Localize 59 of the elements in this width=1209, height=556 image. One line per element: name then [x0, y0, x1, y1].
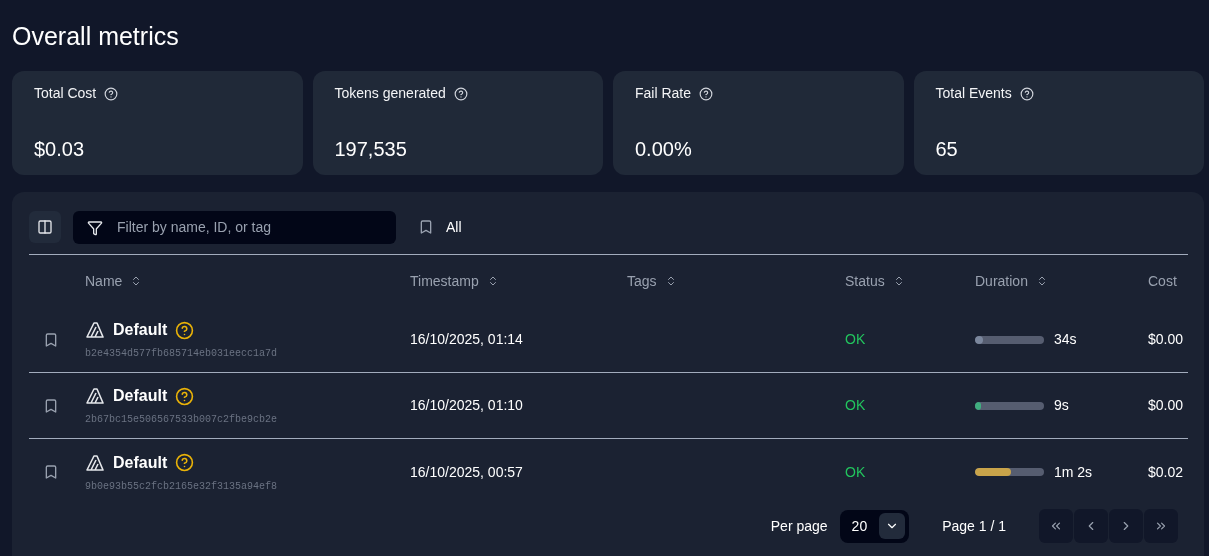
column-header[interactable]: Duration	[975, 270, 1048, 292]
status-text: OK	[845, 396, 866, 415]
help-icon[interactable]	[104, 86, 119, 101]
pagination-button[interactable]	[1144, 509, 1178, 543]
bookmark-icon	[418, 219, 434, 235]
duration-text: 9s	[1054, 396, 1069, 415]
cost-text: $0.00	[1148, 330, 1184, 349]
help-icon[interactable]	[453, 86, 468, 101]
first-page-icon	[1049, 519, 1063, 533]
per-page-select[interactable]: 20	[839, 509, 910, 543]
columns-icon	[37, 219, 53, 235]
column-header: Cost	[1148, 271, 1177, 291]
bookmark-icon[interactable]	[43, 397, 59, 414]
column-header[interactable]: Timestamp	[410, 270, 499, 292]
trace-id: 9b0e93b55c2fcb2165e32f3135a94ef8	[85, 479, 279, 494]
cost-text: $0.00	[1148, 396, 1184, 415]
help-icon[interactable]	[1019, 86, 1034, 101]
bookmark-icon[interactable]	[43, 464, 59, 480]
trace-name[interactable]: Default	[113, 384, 168, 408]
page-indicator: Page 1 / 1	[942, 516, 1006, 536]
help-icon[interactable]	[175, 453, 195, 472]
status-text: OK	[845, 462, 866, 482]
pagination-button[interactable]	[1039, 509, 1073, 543]
help-icon[interactable]	[175, 320, 195, 340]
last-page-icon	[1154, 519, 1168, 533]
bookmark-icon[interactable]	[43, 331, 59, 348]
metric-value: $0.03	[34, 137, 86, 162]
status-text: OK	[845, 330, 866, 349]
page-title: Overall metrics	[12, 24, 180, 49]
logo-icon	[85, 321, 105, 339]
metric-value: 0.00%	[635, 137, 693, 162]
trace-id: b2e4354d577fb685714eb031eecc1a7d	[85, 347, 279, 361]
cost-text: $0.02	[1148, 462, 1184, 482]
trace-name[interactable]: Default	[113, 450, 168, 475]
trace-name[interactable]: Default	[113, 318, 168, 342]
column-header[interactable]: Status	[845, 270, 905, 292]
bookmark-filter[interactable]: All	[418, 216, 462, 238]
duration-text: 34s	[1054, 330, 1077, 349]
metric-value: 197,535	[334, 137, 408, 162]
trace-id: 2b67bc15e506567533b007c2fbe9cb2e	[85, 413, 279, 427]
filter-icon	[87, 219, 103, 236]
metric-label: Fail Rate	[635, 84, 692, 103]
timestamp: 16/10/2025, 00:57	[410, 462, 524, 482]
metric-label: Total Cost	[34, 84, 97, 103]
per-page-label: Per page	[770, 516, 828, 536]
help-icon[interactable]	[699, 86, 714, 101]
columns-button[interactable]	[29, 211, 61, 243]
filter-field[interactable]: Filter by name, ID, or tag	[73, 210, 396, 244]
column-header[interactable]: Name	[85, 270, 143, 292]
metric-label: Tokens generated	[334, 84, 446, 103]
timestamp: 16/10/2025, 01:10	[410, 396, 524, 415]
column-header[interactable]: Tags	[627, 270, 677, 292]
timestamp: 16/10/2025, 01:14	[410, 330, 524, 349]
help-icon[interactable]	[175, 386, 195, 406]
duration-text: 1m 2s	[1054, 462, 1093, 482]
metric-value: 65	[935, 137, 959, 162]
logo-icon	[85, 453, 105, 472]
metric-label: Total Events	[935, 84, 1012, 103]
logo-icon	[85, 387, 105, 405]
